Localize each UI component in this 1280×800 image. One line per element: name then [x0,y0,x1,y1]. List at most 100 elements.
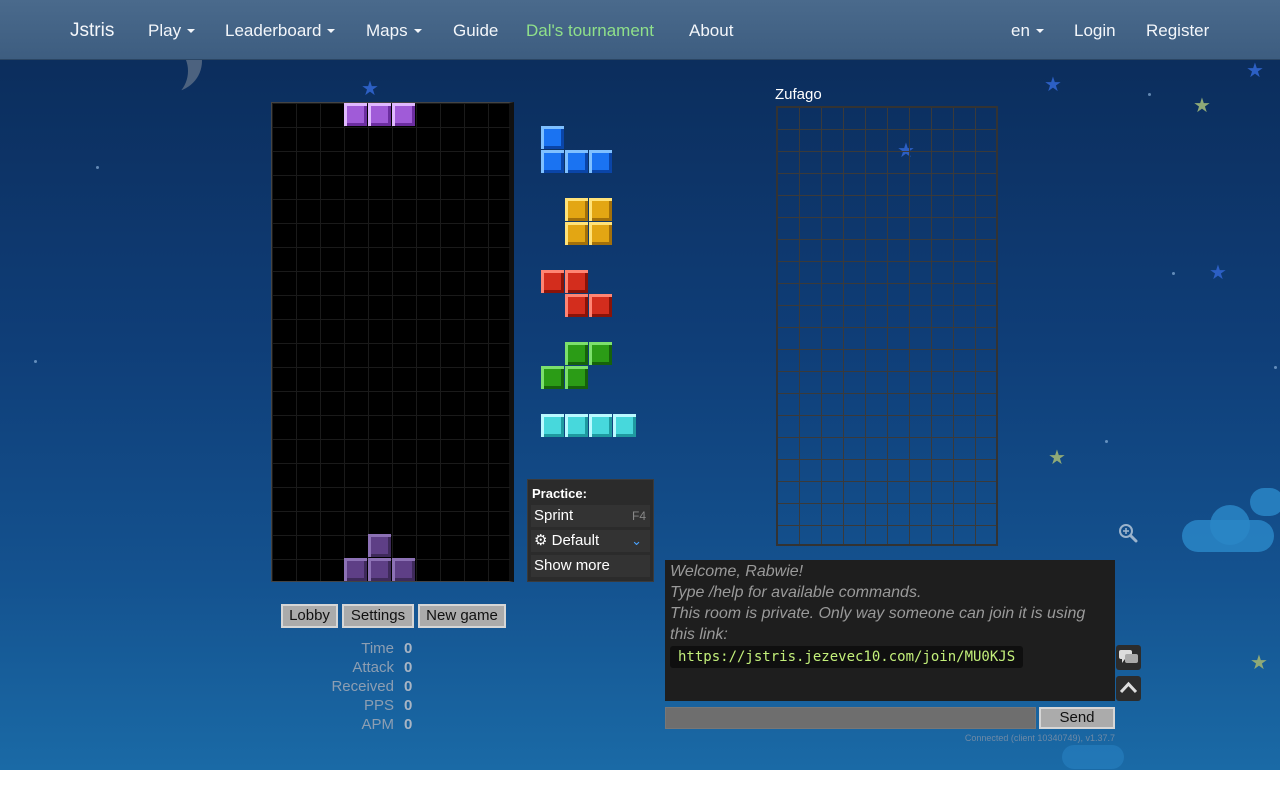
ghost-piece-block [392,558,415,581]
star-decoration: ★ [1246,58,1264,82]
nav-maps-dropdown[interactable]: Maps [366,0,422,60]
ghost-piece-block [368,558,391,581]
practice-panel: Practice: Sprint F4 ⚙ Default ⌄ Show mor… [527,479,654,582]
queue-i-block [589,414,612,437]
new-game-button[interactable]: New game [418,604,506,628]
stat-apm-value: 0 [404,716,413,733]
nav-about-link[interactable]: About [689,0,733,60]
queue-z-block [565,294,588,317]
queue-s-block [589,342,612,365]
queue-j-block [541,126,564,149]
stat-time-value: 0 [404,640,413,657]
queue-o-block [565,222,588,245]
chat-bubbles-icon [1119,650,1138,663]
language-dropdown[interactable]: en [1011,0,1044,60]
chat-message: Welcome, Rabwie! [670,563,804,580]
star-dot [1105,440,1108,443]
chevron-down-icon: ⌄ [631,533,642,548]
settings-button[interactable]: Settings [342,604,414,628]
active-piece-block [392,103,415,126]
practice-preset-select[interactable]: ⚙ Default ⌄ [531,530,650,552]
chat-message: This room is private. Only way someone c… [670,605,1086,643]
queue-j-block [589,150,612,173]
chat-log[interactable]: Welcome, Rabwie! Type /help for availabl… [665,560,1115,701]
queue-z-block [589,294,612,317]
star-decoration: ★ [1209,260,1227,284]
queue-j-block [565,150,588,173]
queue-z-block [565,270,588,293]
caret-down-icon [413,29,422,33]
stat-received-label: Received [331,678,394,695]
practice-sprint-hotkey: F4 [631,509,646,523]
room-join-link[interactable]: https://jstris.jezevec10.com/join/MU0KJS [670,646,1024,668]
next-queue [540,125,640,440]
cloud-decoration [1062,745,1124,769]
caret-down-icon [1035,29,1044,33]
brand-link[interactable]: Jstris [70,0,114,60]
opponent-board [776,106,998,546]
queue-i-block [613,414,636,437]
chat-send-button[interactable]: Send [1039,707,1115,729]
chat-toggle-button[interactable] [1116,645,1141,670]
cloud-decoration [1250,488,1280,516]
board-grid [272,103,510,581]
caret-down-icon [327,29,336,33]
stat-apm-label: APM [361,716,394,733]
queue-z-block [541,270,564,293]
queue-s-block [541,366,564,389]
lobby-button[interactable]: Lobby [281,604,338,628]
chat-input[interactable] [665,707,1036,729]
practice-sprint-label: Sprint [534,507,574,524]
star-decoration: ★ [1048,445,1066,469]
nav-guide-link[interactable]: Guide [453,0,498,60]
queue-s-block [565,366,588,389]
stat-attack-value: 0 [404,659,413,676]
zoom-in-icon[interactable] [1118,523,1138,543]
star-dot [1148,93,1151,96]
stat-received-value: 0 [404,678,413,695]
queue-o-block [589,222,612,245]
ghost-piece-block [344,558,367,581]
stat-attack-label: Attack [352,659,394,676]
register-link[interactable]: Register [1146,0,1209,60]
queue-o-block [589,198,612,221]
active-piece-block [344,103,367,126]
caret-down-icon [187,29,196,33]
star-dot [34,360,37,363]
nav-leaderboard-label: Leaderboard [225,21,322,40]
queue-s-block [565,342,588,365]
queue-o-block [565,198,588,221]
language-label: en [1011,21,1030,40]
navbar: Jstris Play Leaderboard Maps Guide Dal's… [0,0,1280,60]
connection-status: Connected (client 10340749), v1.37.7 [964,733,1115,743]
star-decoration: ★ [1044,72,1062,96]
star-dot [1172,272,1175,275]
nav-maps-label: Maps [366,21,408,40]
stat-pps-value: 0 [404,697,413,714]
cloud-decoration [1210,505,1250,545]
chevron-up-icon [1119,681,1138,694]
nav-play-label: Play [148,21,182,40]
chat-message: Type /help for available commands. [670,584,922,601]
queue-i-block [541,414,564,437]
gear-icon: ⚙ [534,532,548,549]
game-board[interactable] [271,102,514,582]
stat-pps-label: PPS [363,697,394,714]
queue-i-block [565,414,588,437]
scroll-up-button[interactable] [1116,676,1141,701]
nav-tournament-link[interactable]: Dal's tournament [526,0,654,60]
nav-play-dropdown[interactable]: Play [148,0,196,60]
star-decoration: ★ [1193,93,1211,117]
nav-leaderboard-dropdown[interactable]: Leaderboard [225,0,336,60]
stat-time-label: Time [361,640,394,657]
practice-sprint-button[interactable]: Sprint F4 [531,505,650,527]
star-decoration: ★ [361,76,379,100]
active-piece-block [368,103,391,126]
ghost-piece-block [368,534,391,557]
star-dot [1274,366,1277,369]
practice-preset-label: Default [551,532,600,549]
opponent-name: Zufago [775,86,822,103]
practice-title: Practice: [532,486,587,501]
practice-show-more-button[interactable]: Show more [531,555,650,577]
login-link[interactable]: Login [1074,0,1116,60]
